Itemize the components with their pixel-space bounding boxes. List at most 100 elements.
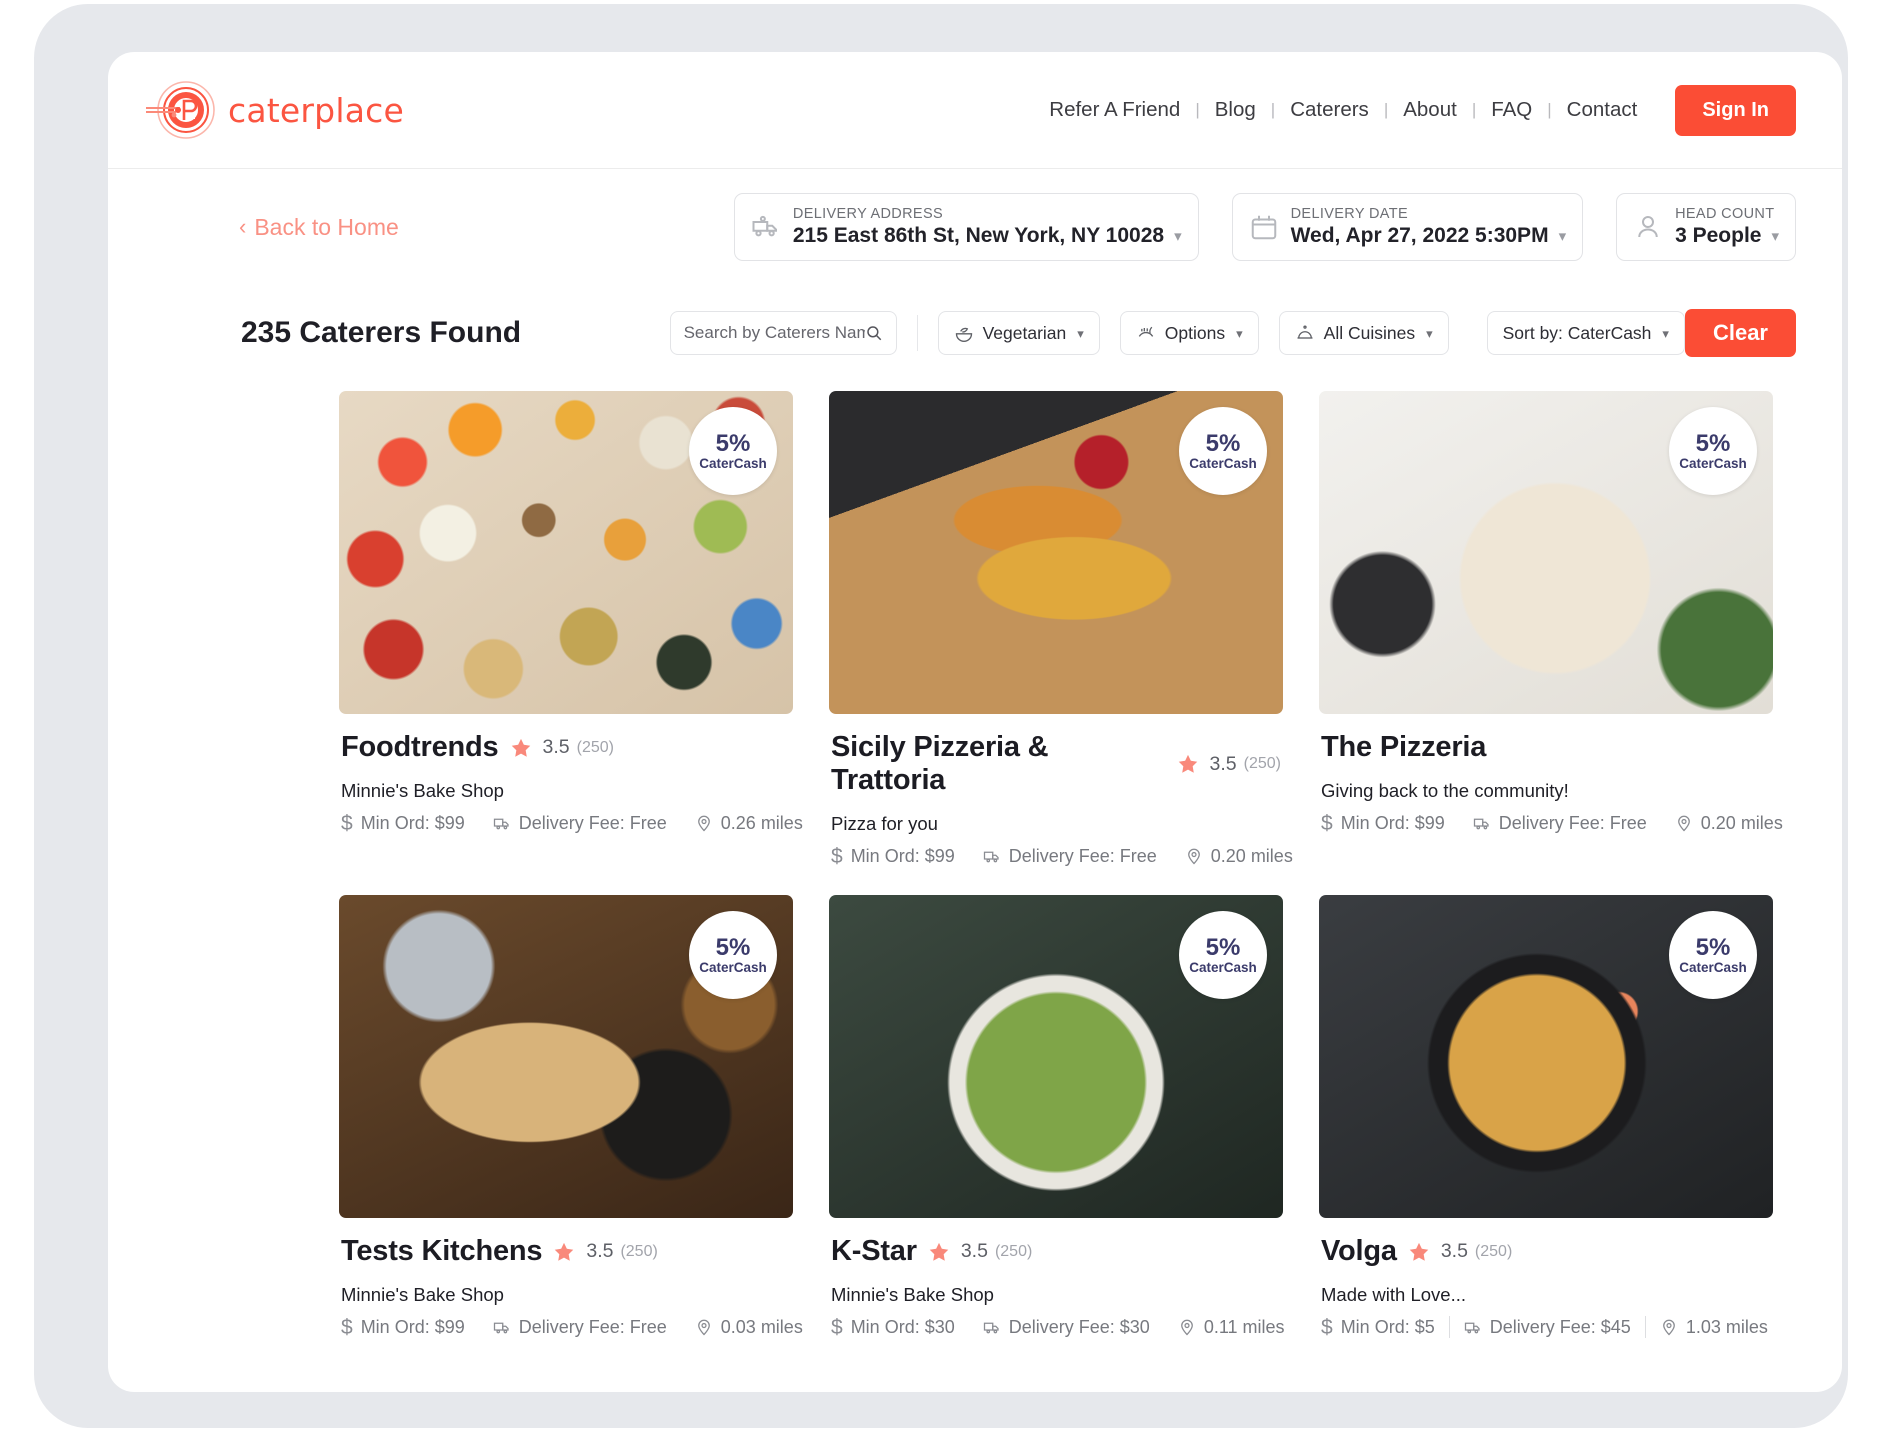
caterer-card-body: K-Star 3.5 (250) Minnie's Bake Shop $ Mi…	[829, 1218, 1285, 1339]
brand-logo[interactable]: caterplace	[144, 79, 404, 141]
options-utensils-icon	[1138, 326, 1154, 337]
caterer-card[interactable]: 5% CaterCash Sicily Pizzeria & Trattoria…	[829, 391, 1293, 868]
dollar-icon: $	[831, 844, 843, 868]
dollar-icon: $	[341, 1315, 353, 1339]
back-to-home-link[interactable]: ‹ Back to Home	[239, 214, 399, 241]
truck-icon	[983, 851, 999, 863]
caterer-review-count: (250)	[576, 738, 614, 756]
dollar-icon: $	[831, 1315, 843, 1339]
search-icon[interactable]	[865, 324, 883, 342]
truck-icon	[1464, 1322, 1480, 1334]
calendar-icon	[1251, 215, 1276, 240]
delivery-fee-value: Delivery Fee: $30	[1008, 1316, 1150, 1337]
caterer-review-count: (250)	[620, 1242, 658, 1260]
nav-contact[interactable]: Contact	[1554, 98, 1651, 122]
caterer-card[interactable]: 5% CaterCash Volga 3.5 (250) Made with L…	[1319, 895, 1773, 1338]
caterer-meta-row: $ Min Ord: $5 Delivery Fee: $45 1.03 mil…	[1321, 1316, 1771, 1338]
search-input[interactable]	[683, 323, 865, 343]
head-count-selector[interactable]: HEAD COUNT 3 People ▾	[1616, 193, 1796, 261]
caterer-review-count: (250)	[994, 1242, 1033, 1260]
dollar-icon: $	[1321, 811, 1333, 835]
order-context-bar: ‹ Back to Home DELIVERY ADDRESS 215 East…	[108, 169, 1842, 285]
chevron-left-icon: ‹	[239, 214, 247, 239]
caterer-name[interactable]: K-Star	[831, 1235, 917, 1268]
map-pin-icon	[1662, 1319, 1675, 1336]
chevron-down-icon: ▾	[1771, 227, 1779, 245]
caterer-name[interactable]: Tests Kitchens	[341, 1235, 543, 1268]
vegetarian-bowl-icon	[955, 327, 972, 342]
caterer-meta-row: $ Min Ord: $99 Delivery Fee: Free 0.26 m…	[341, 812, 803, 834]
clear-filters-button[interactable]: Clear	[1684, 309, 1796, 357]
nav-faq[interactable]: FAQ	[1478, 98, 1545, 122]
delivery-fee-value: Delivery Fee: Free	[518, 812, 667, 833]
caterer-card-media[interactable]: 5% CaterCash	[1319, 391, 1773, 714]
delivery-date-selector[interactable]: DELIVERY DATE Wed, Apr 27, 2022 5:30PM ▾	[1231, 193, 1584, 261]
caterer-rating: 3.5	[1209, 752, 1237, 775]
catercash-percent: 5%	[715, 933, 751, 961]
distance-value: 0.20 miles	[1700, 812, 1783, 833]
distance-value: 1.03 miles	[1685, 1316, 1768, 1337]
caterer-name[interactable]: Foodtrends	[341, 731, 499, 764]
caterer-meta-row: $ Min Ord: $99 Delivery Fee: Free 0.20 m…	[1321, 811, 1783, 835]
nav-refer-a-friend[interactable]: Refer A Friend	[1036, 98, 1193, 122]
caterer-name[interactable]: Volga	[1321, 1235, 1397, 1268]
star-icon	[1178, 754, 1197, 773]
back-to-home-label: Back to Home	[254, 213, 399, 240]
delivery-date-value: Wed, Apr 27, 2022 5:30PM	[1290, 224, 1549, 247]
caterer-card-media[interactable]: 5% CaterCash	[829, 391, 1283, 714]
distance-item: 0.20 miles	[1675, 813, 1783, 834]
distance-value: 0.03 miles	[720, 1316, 803, 1337]
delivery-fee-value: Delivery Fee: $45	[1489, 1316, 1631, 1337]
distance-item: 0.11 miles	[1178, 1317, 1285, 1338]
delivery-address-label: DELIVERY ADDRESS	[792, 206, 944, 222]
star-icon	[1409, 1242, 1429, 1261]
min-order-item: $ Min Ord: $99	[341, 813, 465, 834]
nav-about[interactable]: About	[1390, 98, 1470, 122]
catercash-badge: 5% CaterCash	[1179, 407, 1267, 495]
caterer-rating: 3.5	[1440, 1240, 1468, 1262]
nav-separator: |	[1471, 100, 1477, 119]
map-pin-icon	[1677, 815, 1690, 832]
caterer-card[interactable]: 5% CaterCash K-Star 3.5 (250) Minnie's B…	[829, 895, 1285, 1339]
head-count-label: HEAD COUNT	[1675, 206, 1775, 222]
min-order-value: Min Ord: $99	[850, 845, 955, 866]
caterer-card[interactable]: 5% CaterCash Tests Kitchens 3.5 (250) Mi…	[339, 895, 803, 1339]
caterer-card-media[interactable]: 5% CaterCash	[1319, 895, 1773, 1218]
caterer-subtitle: Pizza for you	[831, 813, 938, 834]
filter-vegetarian[interactable]: Vegetarian ▾	[937, 311, 1100, 355]
sign-in-button[interactable]: Sign In	[1675, 84, 1796, 136]
delivery-address-selector[interactable]: DELIVERY ADDRESS 215 East 86th St, New Y…	[733, 193, 1199, 261]
distance-value: 0.20 miles	[1210, 845, 1293, 866]
caterer-subtitle: Giving back to the community!	[1321, 780, 1569, 801]
search-field-wrapper[interactable]	[669, 311, 897, 355]
distance-item: 0.26 miles	[695, 813, 803, 834]
caterer-card-media[interactable]: 5% CaterCash	[829, 895, 1283, 1218]
delivery-fee-item: Delivery Fee: $45	[1464, 1317, 1631, 1338]
chevron-down-icon: ▾	[1174, 227, 1182, 245]
caterer-review-count: (250)	[1243, 755, 1281, 772]
caterer-card-media[interactable]: 5% CaterCash	[339, 391, 793, 714]
caterer-card[interactable]: 5% CaterCash Foodtrends 3.5 (250) Minnie…	[339, 391, 803, 867]
filter-toolbar: 235 Caterers Found Vegetarian ▾	[108, 285, 1842, 381]
caterer-name[interactable]: Sicily Pizzeria & Trattoria	[831, 731, 1166, 797]
caterer-card-media[interactable]: 5% CaterCash	[339, 895, 793, 1218]
map-pin-icon	[697, 815, 710, 832]
caterer-rating: 3.5	[542, 736, 570, 758]
caterer-name[interactable]: The Pizzeria	[1321, 731, 1486, 764]
sort-by-selector[interactable]: Sort by: CaterCash ▾	[1486, 311, 1685, 355]
catercash-percent: 5%	[1695, 933, 1731, 961]
caterer-card[interactable]: 5% CaterCash The Pizzeria Giving back to…	[1319, 391, 1783, 867]
catercash-caption: CaterCash	[1189, 959, 1257, 975]
filter-options[interactable]: Options ▾	[1119, 311, 1259, 355]
delivery-fee-value: Delivery Fee: Free	[1008, 845, 1157, 866]
catercash-caption: CaterCash	[699, 455, 767, 471]
nav-blog[interactable]: Blog	[1202, 98, 1269, 122]
caterer-card-body: The Pizzeria Giving back to the communit…	[1319, 714, 1783, 835]
caterer-card-body: Volga 3.5 (250) Made with Love... $ Min …	[1319, 1218, 1773, 1338]
catercash-badge: 5% CaterCash	[1669, 911, 1757, 999]
caterer-title-row: Volga 3.5 (250)	[1321, 1235, 1771, 1268]
nav-caterers[interactable]: Caterers	[1277, 98, 1382, 122]
distance-value: 0.26 miles	[720, 812, 803, 833]
delivery-fee-item: Delivery Fee: Free	[493, 813, 667, 834]
filter-all-cuisines[interactable]: All Cuisines ▾	[1278, 311, 1449, 355]
